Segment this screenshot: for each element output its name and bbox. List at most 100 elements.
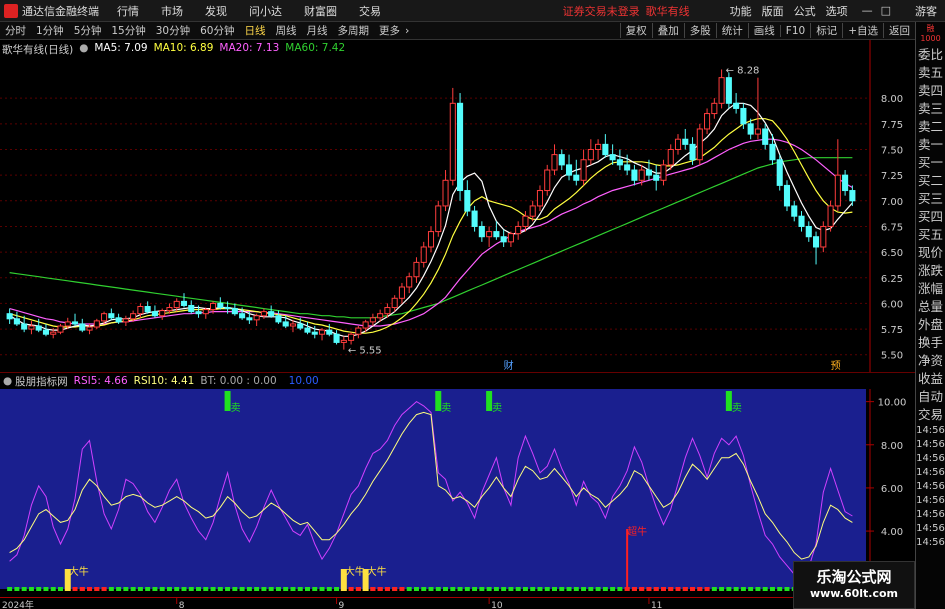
baseline-bar <box>152 587 158 591</box>
candle-body <box>57 325 64 333</box>
super-bull-red-bar <box>639 587 645 591</box>
menu-gongshi[interactable]: 公式 <box>794 3 816 19</box>
sidebar-item-8[interactable]: 买三 <box>916 190 945 208</box>
ma60-label: MA60: 7.42 <box>285 42 346 54</box>
sidebar-item-13[interactable]: 涨幅 <box>916 280 945 298</box>
back-button[interactable]: 返回 <box>883 23 915 38</box>
candle-body <box>573 174 580 181</box>
candle-body <box>21 323 28 330</box>
baseline-bar <box>225 587 231 591</box>
candlestick-chart[interactable]: 8.00 7.75 7.50 7.25 7.00 6.75 6.50 6.25 6.00 5.75… <box>0 40 915 372</box>
biaoji-button[interactable]: 标记 <box>810 23 842 38</box>
indicator-toggle-icon[interactable]: ● <box>3 375 12 387</box>
tab-60min[interactable]: 60分钟 <box>200 23 234 38</box>
menu-caifuquan[interactable]: 财富圈 <box>304 3 337 19</box>
guest-user[interactable]: 游客 <box>915 3 937 19</box>
tab-1min[interactable]: 1分钟 <box>36 23 64 38</box>
toggle-icon[interactable]: ● <box>79 42 88 57</box>
chevron-right-icon[interactable]: › <box>405 24 409 37</box>
bt-label: BT: 0.00 : 0.00 <box>200 375 277 387</box>
duogu-button[interactable]: 多股 <box>683 23 716 38</box>
baseline-bar <box>7 587 13 591</box>
baseline-bar <box>421 587 427 591</box>
baseline-bar <box>457 587 463 591</box>
sidebar-item-7[interactable]: 买二 <box>916 172 945 190</box>
sidebar-items: 委比 卖五 卖四 卖三 卖二 卖一 买一 买二 买三 买四 买五 现价 涨跌 涨幅 总量 外盘 换手 净资 收益 <box>916 46 945 388</box>
candle-body <box>551 154 558 171</box>
sidebar-item-2[interactable]: 卖四 <box>916 82 945 100</box>
minimize-icon[interactable]: — <box>862 4 873 17</box>
sidebar-top-label: 融 1000 <box>920 24 941 43</box>
sidebar-item-11[interactable]: 现价 <box>916 244 945 262</box>
maximize-icon[interactable]: □ <box>881 4 891 17</box>
tab-monthly[interactable]: 月线 <box>307 23 328 38</box>
auto-trade[interactable]: 自动 交易 <box>916 388 945 424</box>
menu-xuanxiang[interactable]: 选项 <box>826 3 848 19</box>
tab-weekly[interactable]: 周线 <box>276 23 297 38</box>
super-bull-red-bar <box>631 587 637 591</box>
huaxian-button[interactable]: 画线 <box>747 23 780 38</box>
candle-body <box>631 169 638 181</box>
candle-body <box>754 128 761 135</box>
baseline-bar <box>21 587 27 591</box>
candle-body <box>427 231 435 248</box>
sidebar-item-4[interactable]: 卖二 <box>916 118 945 136</box>
tab-daily[interactable]: 日线 <box>245 23 266 38</box>
sidebar-item-5[interactable]: 卖一 <box>916 136 945 154</box>
y-tick-label: 7.25 <box>881 171 903 182</box>
tab-multi-period[interactable]: 多周期 <box>338 23 370 38</box>
super-bull-red-bar <box>682 587 688 591</box>
sidebar-item-1[interactable]: 卖五 <box>916 64 945 82</box>
candle-body <box>151 311 158 317</box>
candle-body <box>239 313 246 319</box>
menu-shichang[interactable]: 市场 <box>161 3 183 19</box>
tab-15min[interactable]: 15分钟 <box>111 23 145 38</box>
sidebar-item-14[interactable]: 总量 <box>916 298 945 316</box>
bull-red-bar <box>79 587 85 591</box>
baseline-bar <box>43 587 49 591</box>
menu-banmian[interactable]: 版面 <box>762 3 784 19</box>
baseline-bar <box>573 587 579 591</box>
sidebar-item-3[interactable]: 卖三 <box>916 100 945 118</box>
menu-faxian[interactable]: 发现 <box>205 3 227 19</box>
bull-red-bar <box>377 587 383 591</box>
candle-body <box>202 309 209 315</box>
candle-body <box>377 313 384 319</box>
sidebar-item-9[interactable]: 买四 <box>916 208 945 226</box>
fuquan-button[interactable]: 复权 <box>619 23 652 38</box>
candle-body <box>137 306 144 315</box>
candle-body <box>253 315 260 321</box>
tab-5min[interactable]: 5分钟 <box>74 23 102 38</box>
sell-signal-label: 卖 <box>732 402 742 414</box>
month-label: 11 <box>651 601 662 609</box>
menu-gongneng[interactable]: 功能 <box>730 3 752 19</box>
watermark: 乐淘公式网 www.60lt.com <box>793 561 915 609</box>
candle-body <box>849 190 856 202</box>
toolbar-right: 复权 叠加 多股 统计 画线 F10 标记 +自选 返回 <box>619 23 915 38</box>
tab-fenshi[interactable]: 分时 <box>5 23 26 38</box>
tongji-button[interactable]: 统计 <box>715 23 748 38</box>
menu-hangqing[interactable]: 行情 <box>117 3 139 19</box>
sidebar-item-15[interactable]: 外盘 <box>916 316 945 334</box>
menu-jiaoyi[interactable]: 交易 <box>359 3 381 19</box>
sidebar-item-0[interactable]: 委比 <box>916 46 945 64</box>
sidebar-item-6[interactable]: 买一 <box>916 154 945 172</box>
candle-body <box>304 327 311 333</box>
sidebar-item-10[interactable]: 买五 <box>916 226 945 244</box>
candle-body <box>13 318 20 325</box>
sidebar-item-12[interactable]: 涨跌 <box>916 262 945 280</box>
candle-body <box>747 123 754 135</box>
tab-30min[interactable]: 30分钟 <box>156 23 190 38</box>
add-watchlist-button[interactable]: +自选 <box>842 23 883 38</box>
candle-body <box>544 169 551 192</box>
diejia-button[interactable]: 叠加 <box>651 23 684 38</box>
sidebar-item-17[interactable]: 净资 <box>916 352 945 370</box>
baseline-bar <box>261 587 267 591</box>
f10-button[interactable]: F10 <box>779 24 810 37</box>
login-status[interactable]: 证券交易未登录 <box>563 3 640 19</box>
menu-wenxiaoda[interactable]: 问小达 <box>249 3 282 19</box>
tab-more[interactable]: 更多 <box>379 23 400 38</box>
sidebar-item-16[interactable]: 换手 <box>916 334 945 352</box>
rsi-indicator-chart[interactable]: 卖卖卖卖大牛大牛大牛超牛 10.008.006.004.002.00 <box>0 389 915 597</box>
sidebar-item-18[interactable]: 收益 <box>916 370 945 388</box>
